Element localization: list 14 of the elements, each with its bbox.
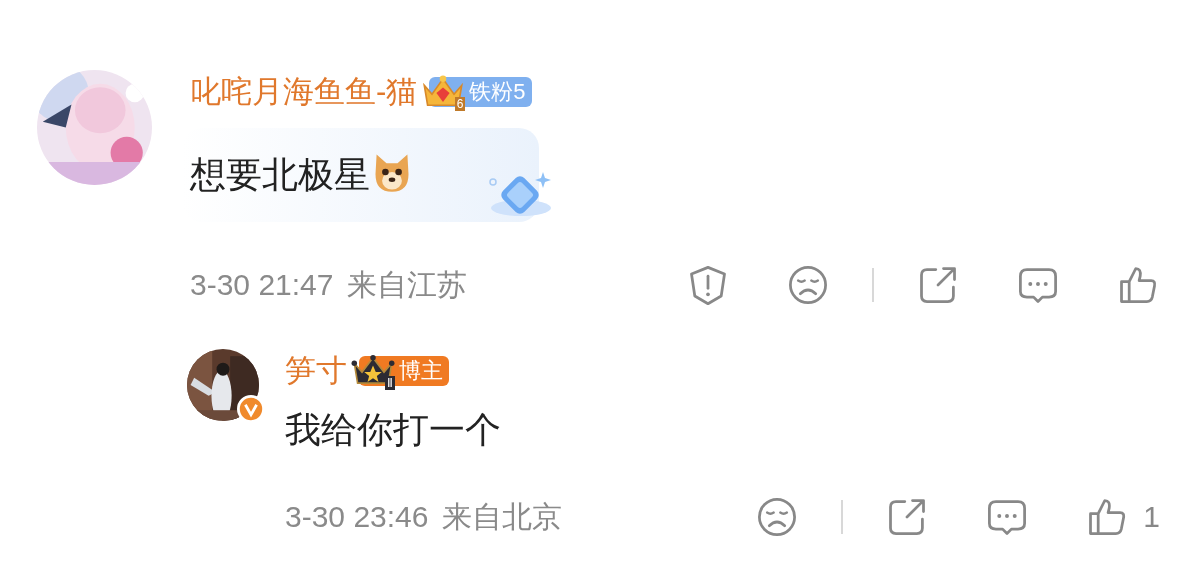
dislike-button[interactable] — [786, 263, 830, 307]
comment-text: 想要北极星 — [190, 152, 370, 197]
user-name[interactable]: 叱咤月海鱼鱼-猫 — [190, 71, 418, 113]
comment-location: 来自江苏 — [347, 266, 468, 303]
badge-label: 铁粉5 — [468, 78, 526, 106]
comment-text: 我给你打一个 — [285, 407, 501, 452]
comment-location: 来自北京 — [442, 498, 563, 535]
level-number: Ⅱ — [385, 376, 395, 390]
badge-label: 博主 — [398, 357, 443, 385]
like-button[interactable]: 1 — [1085, 495, 1160, 539]
comment-time: 3-30 23:46 — [285, 500, 429, 534]
level-number: 6 — [454, 97, 466, 111]
user-name[interactable]: 笋寸 — [285, 350, 347, 392]
comment-time: 3-30 21:47 — [190, 268, 334, 302]
